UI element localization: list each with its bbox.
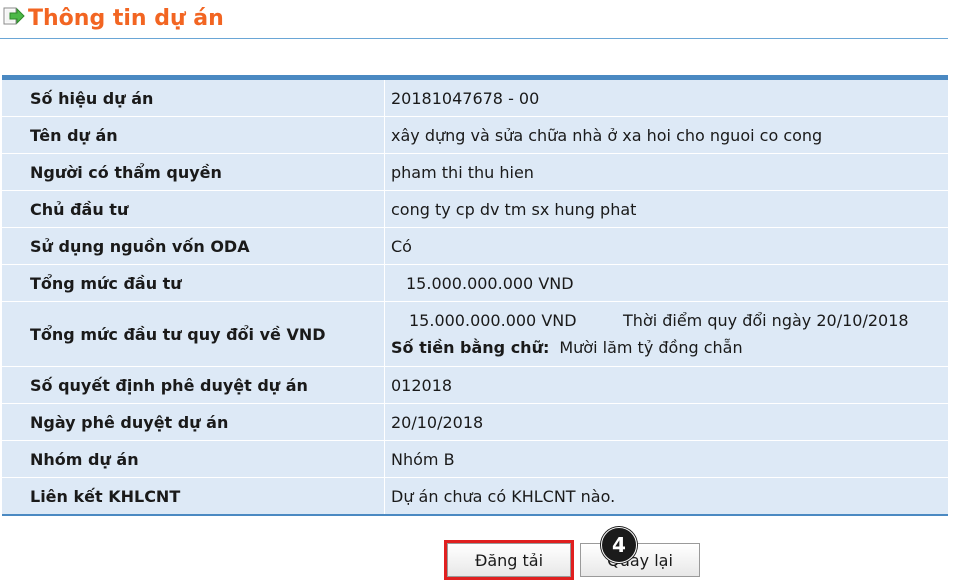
amount-in-words-label: Số tiền bằng chữ: — [391, 338, 550, 357]
table-row: Nhóm dự án Nhóm B — [2, 441, 948, 478]
row-label: Sử dụng nguồn vốn ODA — [2, 228, 385, 264]
row-value: 012018 — [385, 367, 948, 403]
back-button[interactable]: Quay lại — [580, 543, 700, 577]
row-value: cong ty cp dv tm sx hung phat — [385, 191, 948, 227]
table-row: Chủ đầu tư cong ty cp dv tm sx hung phat — [2, 191, 948, 228]
row-value: Dự án chưa có KHLCNT nào. — [385, 478, 948, 514]
project-info-page: Thông tin dự án Số hiệu dự án 2018104767… — [0, 0, 958, 582]
row-value: Nhóm B — [385, 441, 948, 477]
row-label: Chủ đầu tư — [2, 191, 385, 227]
table-row: Liên kết KHLCNT Dự án chưa có KHLCNT nào… — [2, 478, 948, 514]
amount-in-words-line: Số tiền bằng chữ: Mười lăm tỷ đồng chẵn — [391, 338, 743, 357]
section-header: Thông tin dự án — [0, 0, 948, 39]
step-number-badge: 4 — [601, 527, 637, 563]
row-label: Tổng mức đầu tư quy đổi về VND — [2, 302, 385, 366]
table-row: Tổng mức đầu tư quy đổi về VND 15.000.00… — [2, 302, 948, 367]
row-label: Tên dự án — [2, 117, 385, 153]
export-arrow-icon — [3, 6, 25, 26]
converted-amount: 15.000.000.000 VND — [409, 311, 577, 330]
table-row: Sử dụng nguồn vốn ODA Có — [2, 228, 948, 265]
table-row: Số hiệu dự án 20181047678 - 00 — [2, 80, 948, 117]
row-label: Nhóm dự án — [2, 441, 385, 477]
row-value: pham thi thu hien — [385, 154, 948, 190]
row-label: Liên kết KHLCNT — [2, 478, 385, 514]
table-row: Người có thẩm quyền pham thi thu hien — [2, 154, 948, 191]
page-title: Thông tin dự án — [28, 6, 224, 31]
table-row: Tổng mức đầu tư 15.000.000.000 VND — [2, 265, 948, 302]
row-value: 15.000.000.000 VND Thời điểm quy đổi ngà… — [385, 302, 948, 366]
row-label: Tổng mức đầu tư — [2, 265, 385, 301]
converted-amount-line: 15.000.000.000 VND Thời điểm quy đổi ngà… — [391, 311, 948, 330]
row-value: 15.000.000.000 VND — [385, 265, 948, 301]
row-value: 20181047678 - 00 — [385, 80, 948, 116]
conversion-date-note: Thời điểm quy đổi ngày 20/10/2018 — [623, 311, 909, 330]
row-value: Có — [385, 228, 948, 264]
row-label: Số hiệu dự án — [2, 80, 385, 116]
amount-in-words-value: Mười lăm tỷ đồng chẵn — [559, 338, 743, 357]
table-row: Tên dự án xây dựng và sửa chữa nhà ở xa … — [2, 117, 948, 154]
table-row: Ngày phê duyệt dự án 20/10/2018 — [2, 404, 948, 441]
row-label: Số quyết định phê duyệt dự án — [2, 367, 385, 403]
row-value: xây dựng và sửa chữa nhà ở xa hoi cho ng… — [385, 117, 948, 153]
row-label: Ngày phê duyệt dự án — [2, 404, 385, 440]
project-info-table: Số hiệu dự án 20181047678 - 00 Tên dự án… — [2, 75, 948, 516]
row-label: Người có thẩm quyền — [2, 154, 385, 190]
table-row: Số quyết định phê duyệt dự án 012018 — [2, 367, 948, 404]
upload-button[interactable]: Đăng tải — [444, 540, 574, 580]
row-value: 20/10/2018 — [385, 404, 948, 440]
